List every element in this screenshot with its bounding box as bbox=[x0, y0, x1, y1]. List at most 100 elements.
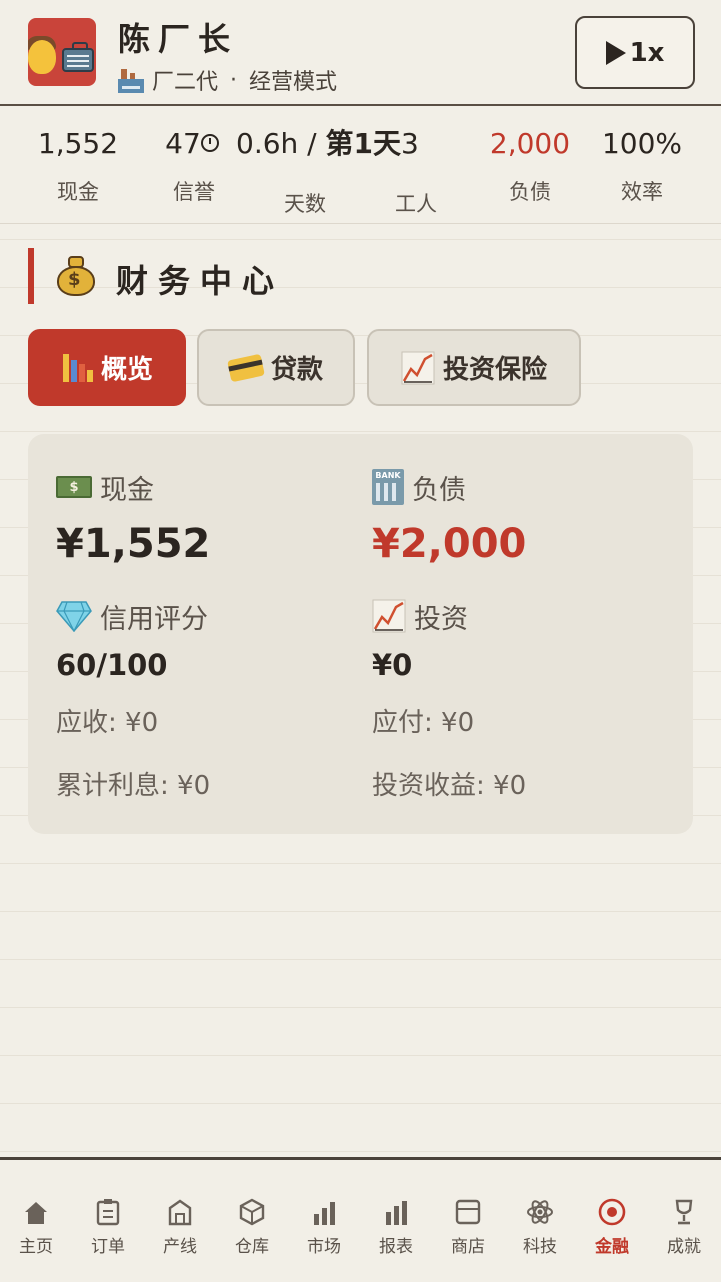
avatar[interactable] bbox=[28, 18, 96, 86]
nav-home[interactable]: 主页 bbox=[0, 1198, 72, 1257]
debt-cell: 负债 ¥2,000 bbox=[372, 468, 526, 570]
trophy-icon bbox=[675, 1199, 693, 1225]
nav-tech[interactable]: 科技 bbox=[504, 1198, 576, 1257]
credit-card-icon bbox=[227, 353, 265, 382]
banknote-icon: $ bbox=[56, 476, 92, 498]
stat-debt: 2,000 负债 bbox=[478, 124, 582, 206]
stat-debt-label: 负债 bbox=[509, 180, 551, 204]
credit-value: 60/100 bbox=[56, 648, 168, 682]
report-icon bbox=[386, 1201, 407, 1225]
bottom-navigation: 主页 订单 产线 仓库 市场 报表 商店 科技 金融 成就 bbox=[0, 1157, 721, 1282]
play-icon bbox=[605, 40, 626, 65]
home-icon bbox=[25, 1202, 47, 1224]
stat-cash-label: 现金 bbox=[57, 180, 99, 204]
money-bag-icon: $ bbox=[54, 254, 98, 298]
stat-day-value: 第1天 bbox=[325, 127, 401, 160]
debt-label: 负债 bbox=[412, 474, 466, 506]
nav-production-label: 产线 bbox=[163, 1237, 197, 1257]
atom-icon bbox=[527, 1200, 553, 1224]
player-name: 陈厂长 bbox=[118, 20, 239, 58]
gem-icon bbox=[56, 601, 92, 632]
credit-cell: 信用评分 60/100 bbox=[56, 597, 208, 685]
nav-finance-label: 金融 bbox=[595, 1237, 629, 1257]
nav-market[interactable]: 市场 bbox=[288, 1198, 360, 1257]
shop-icon bbox=[455, 1199, 481, 1225]
nav-finance[interactable]: 金融 bbox=[576, 1198, 648, 1257]
game-mode: 经营模式 bbox=[249, 70, 338, 95]
bar-chart-icon bbox=[314, 1202, 335, 1225]
stat-reputation-value: 47 bbox=[165, 127, 201, 160]
factory-icon bbox=[118, 67, 144, 93]
box-icon bbox=[239, 1198, 265, 1226]
stat-cash-value: 1,552 bbox=[37, 127, 119, 160]
nav-production[interactable]: 产线 bbox=[144, 1198, 216, 1257]
nav-orders[interactable]: 订单 bbox=[72, 1198, 144, 1257]
nav-reports[interactable]: 报表 bbox=[360, 1198, 432, 1257]
cash-value: ¥1,552 bbox=[56, 521, 211, 567]
bank-icon bbox=[372, 469, 404, 505]
speed-label: 1x bbox=[629, 37, 665, 68]
top-header: 陈厂长 厂二代 · 经营模式 1x bbox=[0, 0, 721, 106]
nav-warehouse-label: 仓库 bbox=[235, 1237, 269, 1257]
receivable-text: 应收: ¥0 bbox=[56, 708, 159, 738]
debt-value: ¥2,000 bbox=[372, 521, 527, 567]
tab-loans[interactable]: 贷款 bbox=[197, 329, 355, 406]
player-role: 厂二代 bbox=[152, 70, 219, 95]
stat-days: 0.6h / 第1天3 bbox=[236, 124, 430, 164]
tab-overview-label: 概览 bbox=[100, 355, 153, 385]
section-accent-bar bbox=[28, 248, 34, 304]
nav-warehouse[interactable]: 仓库 bbox=[216, 1198, 288, 1257]
briefcase-icon bbox=[62, 42, 94, 72]
cash-label: 现金 bbox=[100, 474, 154, 506]
payable-cell: 应付: ¥0 bbox=[372, 704, 474, 742]
tab-loans-label: 贷款 bbox=[270, 355, 323, 385]
nav-home-label: 主页 bbox=[19, 1237, 53, 1257]
tab-investment-label: 投资保险 bbox=[442, 355, 547, 385]
stat-reputation: 47 信誉 bbox=[164, 124, 224, 206]
trend-chart-icon bbox=[401, 351, 435, 384]
interest-text: 累计利息: ¥0 bbox=[56, 771, 211, 801]
stat-cash: 1,552 现金 bbox=[30, 124, 126, 206]
nav-shop[interactable]: 商店 bbox=[432, 1198, 504, 1257]
nav-orders-label: 订单 bbox=[91, 1237, 125, 1257]
bar-chart-icon bbox=[61, 352, 93, 384]
receivable-cell: 应收: ¥0 bbox=[56, 704, 158, 742]
stat-efficiency-label: 效率 bbox=[621, 180, 663, 204]
stats-bar: 1,552 现金 47 信誉 0.6h / 第1天3 天数 工人 2,000 负… bbox=[0, 106, 721, 224]
investment-value: ¥0 bbox=[372, 648, 413, 682]
stat-workers: 工人 bbox=[380, 176, 452, 218]
player-subtitle: 厂二代 · 经营模式 bbox=[118, 64, 337, 96]
clock-icon bbox=[200, 134, 219, 152]
factory-icon bbox=[168, 1199, 192, 1226]
credit-label: 信用评分 bbox=[100, 603, 208, 635]
nav-market-label: 市场 bbox=[307, 1237, 341, 1257]
nav-achievements[interactable]: 成就 bbox=[648, 1198, 720, 1257]
nav-achievements-label: 成就 bbox=[667, 1237, 701, 1257]
nav-shop-label: 商店 bbox=[451, 1237, 485, 1257]
tab-overview[interactable]: 概览 bbox=[28, 329, 186, 406]
clipboard-icon bbox=[96, 1199, 120, 1226]
stat-days-label: 天数 bbox=[284, 192, 326, 216]
stat-days-label-wrap: 天数 bbox=[270, 176, 340, 218]
stat-reputation-label: 信誉 bbox=[173, 180, 215, 204]
subtitle-separator: · bbox=[230, 67, 238, 93]
payable-text: 应付: ¥0 bbox=[372, 708, 475, 738]
tab-investment-insurance[interactable]: 投资保险 bbox=[367, 329, 581, 406]
finance-overview-card: $ 现金 ¥1,552 负债 ¥2,000 信用评分 60/100 投资 ¥0 bbox=[28, 434, 693, 834]
avatar-face bbox=[28, 40, 56, 74]
investment-return-cell: 投资收益: ¥0 bbox=[372, 767, 526, 805]
cash-cell: $ 现金 ¥1,552 bbox=[56, 468, 210, 570]
stat-debt-value: 2,000 bbox=[489, 127, 571, 160]
stat-workers-value: 3 bbox=[401, 127, 419, 160]
stat-efficiency: 100% 效率 bbox=[598, 124, 686, 206]
stat-efficiency-value: 100% bbox=[601, 127, 683, 160]
investment-return-text: 投资收益: ¥0 bbox=[372, 771, 527, 801]
target-icon bbox=[598, 1198, 626, 1226]
investment-label: 投资 bbox=[414, 603, 468, 635]
nav-reports-label: 报表 bbox=[379, 1237, 413, 1257]
stat-hours-value: 0.6h / bbox=[236, 127, 326, 160]
interest-cell: 累计利息: ¥0 bbox=[56, 767, 210, 805]
speed-button[interactable]: 1x bbox=[575, 16, 695, 89]
stat-workers-label: 工人 bbox=[395, 192, 437, 216]
section-title: 财务中心 bbox=[116, 262, 285, 300]
